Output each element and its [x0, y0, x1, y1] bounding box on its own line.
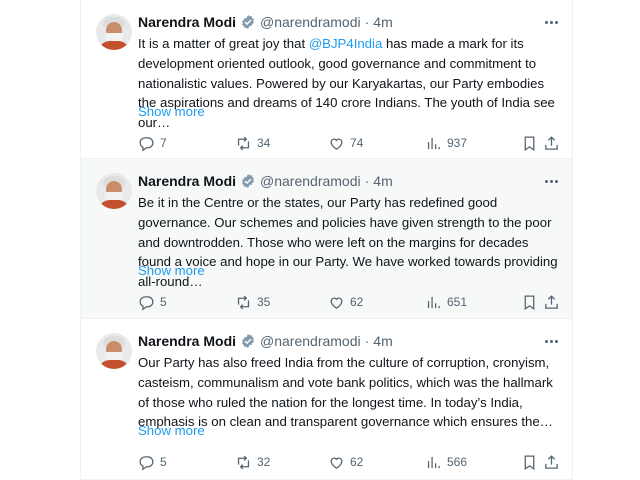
show-more-link[interactable]: Show more: [138, 104, 205, 119]
timestamp[interactable]: 4m: [373, 14, 392, 30]
like-button[interactable]: 74: [328, 133, 363, 153]
bookmark-icon[interactable]: [521, 292, 538, 312]
repost-icon: [237, 455, 250, 469]
avatar[interactable]: [96, 14, 132, 50]
avatar[interactable]: [96, 173, 132, 209]
share-icon[interactable]: [543, 292, 560, 312]
like-count: 62: [350, 455, 364, 469]
reply-button[interactable]: 5: [138, 292, 167, 312]
tweet[interactable]: Narendra Modi @narendramodi · 4m Be it i…: [81, 159, 572, 319]
tweet-text-part: Our Party has also freed India from the …: [138, 355, 553, 430]
reply-count: 7: [160, 136, 167, 150]
like-count: 74: [350, 136, 364, 150]
reply-icon: [139, 455, 154, 470]
mention-link[interactable]: @BJP4India: [309, 36, 383, 51]
separator-dot: ·: [364, 333, 370, 349]
views-button[interactable]: 937: [425, 133, 467, 153]
repost-button[interactable]: 32: [235, 452, 270, 472]
author-handle[interactable]: @narendramodi: [260, 333, 361, 349]
tweet-header: Narendra Modi @narendramodi · 4m: [138, 332, 393, 350]
tweet-actions: 5 32 62 566: [138, 452, 558, 472]
bookmark-icon[interactable]: [521, 133, 538, 153]
verified-badge-icon: [240, 14, 256, 30]
author-handle[interactable]: @narendramodi: [260, 14, 361, 30]
like-icon: [330, 457, 343, 469]
reply-count: 5: [160, 295, 167, 309]
tweet-text: Our Party has also freed India from the …: [138, 353, 558, 432]
views-icon: [427, 137, 440, 149]
repost-icon: [237, 295, 250, 309]
like-icon: [330, 297, 343, 309]
reply-button[interactable]: 7: [138, 133, 167, 153]
author-name[interactable]: Narendra Modi: [138, 333, 236, 349]
reply-button[interactable]: 5: [138, 452, 167, 472]
tweet[interactable]: Narendra Modi @narendramodi · 4m It is a…: [81, 0, 572, 159]
tweet-actions: 7 34 74 937: [138, 133, 558, 153]
like-button[interactable]: 62: [328, 452, 363, 472]
verified-badge-icon: [240, 333, 256, 349]
avatar[interactable]: [96, 333, 132, 369]
share-icon[interactable]: [543, 133, 560, 153]
views-count: 937: [447, 136, 468, 150]
timeline-feed: Narendra Modi @narendramodi · 4m It is a…: [80, 0, 573, 480]
verified-badge-icon: [240, 173, 256, 189]
views-count: 566: [447, 455, 468, 469]
author-name[interactable]: Narendra Modi: [138, 14, 236, 30]
tweet[interactable]: Narendra Modi @narendramodi · 4m Our Par…: [81, 319, 572, 480]
tweet-actions: 5 35 62 651: [138, 292, 558, 312]
show-more-link[interactable]: Show more: [138, 423, 205, 438]
more-options-icon[interactable]: [542, 15, 560, 29]
show-more-link[interactable]: Show more: [138, 263, 205, 278]
views-count: 651: [447, 295, 468, 309]
tweet-header: Narendra Modi @narendramodi · 4m: [138, 13, 393, 31]
reply-icon: [139, 136, 154, 151]
tweet-text-part: It is a matter of great joy that: [138, 36, 309, 51]
timestamp[interactable]: 4m: [373, 173, 392, 189]
timestamp[interactable]: 4m: [373, 333, 392, 349]
repost-button[interactable]: 35: [235, 292, 270, 312]
repost-icon: [237, 136, 250, 150]
bookmark-icon[interactable]: [521, 452, 538, 472]
separator-dot: ·: [364, 173, 370, 189]
share-icon[interactable]: [543, 452, 560, 472]
repost-button[interactable]: 34: [235, 133, 270, 153]
reply-count: 5: [160, 455, 167, 469]
views-icon: [427, 456, 440, 468]
views-button[interactable]: 566: [425, 452, 467, 472]
like-count: 62: [350, 295, 364, 309]
like-button[interactable]: 62: [328, 292, 363, 312]
repost-count: 34: [257, 136, 271, 150]
author-name[interactable]: Narendra Modi: [138, 173, 236, 189]
repost-count: 32: [257, 455, 271, 469]
reply-icon: [139, 295, 154, 310]
tweet-header: Narendra Modi @narendramodi · 4m: [138, 172, 393, 190]
more-options-icon[interactable]: [542, 174, 560, 188]
like-icon: [330, 138, 343, 150]
more-options-icon[interactable]: [542, 334, 560, 348]
views-button[interactable]: 651: [425, 292, 467, 312]
author-handle[interactable]: @narendramodi: [260, 173, 361, 189]
repost-count: 35: [257, 295, 271, 309]
views-icon: [427, 296, 440, 308]
separator-dot: ·: [364, 14, 370, 30]
